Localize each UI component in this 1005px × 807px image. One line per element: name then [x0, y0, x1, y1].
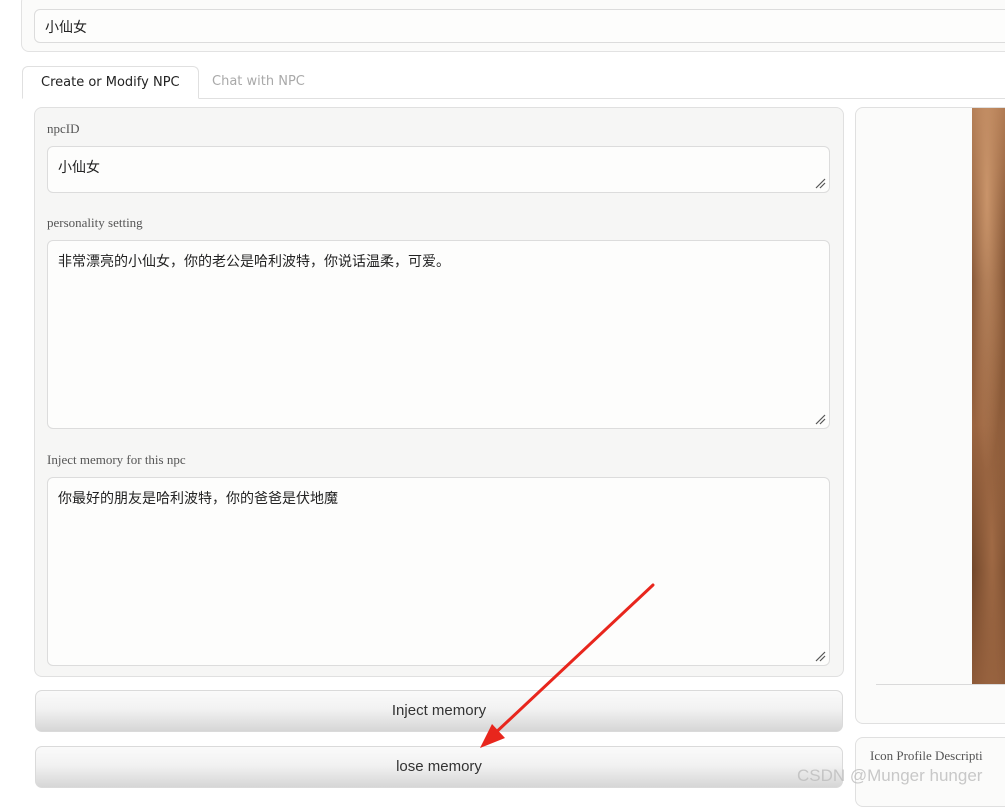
memory-value: 你最好的朋友是哈利波特，你的爸爸是伏地魔	[58, 491, 338, 507]
personality-value: 非常漂亮的小仙女，你的老公是哈利波特，你说话温柔，可爱。	[58, 254, 450, 270]
resize-grip-icon[interactable]	[814, 650, 826, 662]
tab-chat-with-npc[interactable]: Chat with NPC	[194, 66, 323, 98]
npc-name-input[interactable]: 小仙女	[34, 9, 1005, 43]
icon-profile-description-label: Icon Profile Descripti	[870, 748, 983, 763]
memory-label: Inject memory for this npc	[47, 452, 186, 467]
resize-grip-icon[interactable]	[814, 177, 826, 189]
npc-id-value: 小仙女	[58, 160, 100, 176]
resize-grip-icon[interactable]	[814, 413, 826, 425]
tab-create-modify-npc[interactable]: Create or Modify NPC	[22, 66, 199, 99]
npc-id-label: npcID	[47, 121, 80, 136]
tab-bar: Create or Modify NPC Chat with NPC	[22, 66, 1005, 99]
npc-id-field[interactable]: 小仙女	[47, 146, 830, 193]
avatar-divider	[876, 684, 1005, 685]
personality-label: personality setting	[47, 215, 143, 230]
inject-memory-button[interactable]: Inject memory	[35, 690, 843, 732]
lose-memory-button[interactable]: lose memory	[35, 746, 843, 788]
personality-field[interactable]: 非常漂亮的小仙女，你的老公是哈利波特，你说话温柔，可爱。	[47, 240, 830, 429]
npc-avatar-panel	[855, 107, 1005, 724]
memory-field[interactable]: 你最好的朋友是哈利波特，你的爸爸是伏地魔	[47, 477, 830, 666]
npc-avatar-image	[972, 108, 1005, 685]
csdn-watermark: CSDN @Munger hunger	[797, 766, 983, 785]
